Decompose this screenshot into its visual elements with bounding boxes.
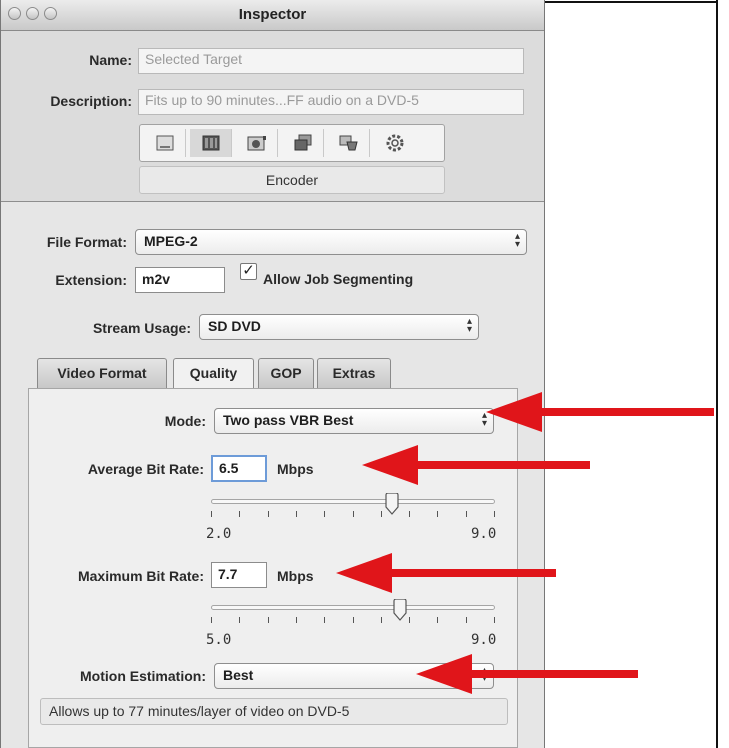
stream-usage-popup[interactable]: SD DVD ▴ ▾ — [199, 314, 479, 340]
annotation-arrow-motion-estimation — [416, 654, 638, 694]
geometry-icon[interactable] — [328, 129, 370, 157]
max-bitrate-field[interactable]: 7.7 — [211, 562, 267, 588]
slider-tick — [268, 617, 269, 623]
avg-bitrate-slider[interactable] — [211, 493, 495, 519]
description-field[interactable]: Fits up to 90 minutes...FF audio on a DV… — [138, 89, 524, 115]
max-bitrate-label: Maximum Bit Rate: — [77, 568, 204, 584]
slider-tick — [268, 511, 269, 517]
slider-tick — [494, 511, 495, 517]
mode-label: Mode: — [164, 413, 206, 429]
avg-slider-min: 2.0 — [206, 526, 232, 542]
stream-usage-label: Stream Usage: — [92, 320, 191, 336]
selected-pane-label: Encoder — [139, 166, 445, 194]
max-bitrate-slider[interactable] — [211, 599, 495, 625]
slider-tick — [466, 617, 467, 623]
slider-tick — [353, 617, 354, 623]
motion-estimation-value: Best — [223, 667, 254, 683]
frame-right-line — [716, 0, 718, 748]
stream-usage-value: SD DVD — [208, 318, 261, 334]
slider-thumb[interactable] — [385, 493, 399, 515]
capacity-status-text: Allows up to 77 minutes/layer of video o… — [40, 698, 508, 725]
slider-tick — [211, 511, 212, 517]
actions-icon[interactable] — [374, 129, 416, 157]
slider-tick — [296, 617, 297, 623]
slider-tick — [239, 511, 240, 517]
slider-tick — [409, 617, 410, 623]
allow-segmenting-checkbox[interactable]: ✓ — [240, 263, 257, 280]
slider-tick — [296, 511, 297, 517]
tab-extras[interactable]: Extras — [317, 358, 391, 388]
window-title: Inspector — [238, 6, 307, 23]
extension-field[interactable]: m2v — [135, 267, 225, 293]
slider-thumb[interactable] — [393, 599, 407, 621]
max-bitrate-unit: Mbps — [277, 568, 314, 584]
extension-label: Extension: — [55, 272, 127, 288]
annotation-arrow-mode — [486, 392, 714, 432]
slider-tick — [211, 617, 212, 623]
inspector-window: Inspector Name: Selected Target Descript… — [0, 0, 545, 748]
slider-tick — [353, 511, 354, 517]
avg-bitrate-label: Average Bit Rate: — [87, 461, 204, 477]
slider-tick — [409, 511, 410, 517]
slider-tick — [381, 511, 382, 517]
slider-tick — [239, 617, 240, 623]
name-label: Name: — [89, 52, 132, 68]
file-format-popup[interactable]: MPEG-2 ▴ ▾ — [135, 229, 527, 255]
allow-segmenting-label[interactable]: Allow Job Segmenting — [263, 271, 413, 287]
tab-gop[interactable]: GOP — [258, 358, 314, 388]
tab-quality[interactable]: Quality — [173, 358, 254, 389]
file-format-value: MPEG-2 — [144, 233, 198, 249]
popup-arrows-icon: ▴▾ — [466, 316, 472, 335]
mode-popup[interactable]: Two pass VBR Best ▴ ▾ — [214, 408, 494, 434]
description-label: Description: — [50, 93, 132, 109]
slider-tick — [437, 617, 438, 623]
slider-tick — [494, 617, 495, 623]
slider-track — [211, 605, 495, 610]
frame-controls-icon[interactable] — [236, 129, 278, 157]
encoder-icon[interactable] — [190, 129, 232, 157]
annotation-arrow-max-bitrate — [336, 553, 556, 593]
file-format-label: File Format: — [46, 234, 127, 250]
avg-slider-max: 9.0 — [471, 526, 497, 542]
title-bar[interactable]: Inspector — [1, 0, 544, 31]
popup-arrows-icon: ▴▾ — [514, 231, 520, 250]
tab-video-format[interactable]: Video Format — [37, 358, 167, 388]
inspector-toolbar — [139, 124, 445, 162]
max-slider-min: 5.0 — [206, 632, 232, 648]
name-field[interactable]: Selected Target — [138, 48, 524, 74]
mode-value: Two pass VBR Best — [223, 412, 354, 428]
avg-bitrate-field[interactable]: 6.5 — [211, 455, 267, 482]
motion-estimation-label: Motion Estimation: — [80, 668, 206, 684]
slider-tick — [437, 511, 438, 517]
slider-tick — [381, 617, 382, 623]
annotation-arrow-avg-bitrate — [362, 445, 590, 485]
slider-track — [211, 499, 495, 504]
filters-icon[interactable] — [282, 129, 324, 157]
max-slider-max: 9.0 — [471, 632, 497, 648]
slider-tick — [324, 617, 325, 623]
summary-icon[interactable] — [144, 129, 186, 157]
slider-tick — [324, 511, 325, 517]
avg-bitrate-unit: Mbps — [277, 461, 314, 477]
slider-tick — [466, 511, 467, 517]
frame-top-line — [543, 1, 717, 3]
